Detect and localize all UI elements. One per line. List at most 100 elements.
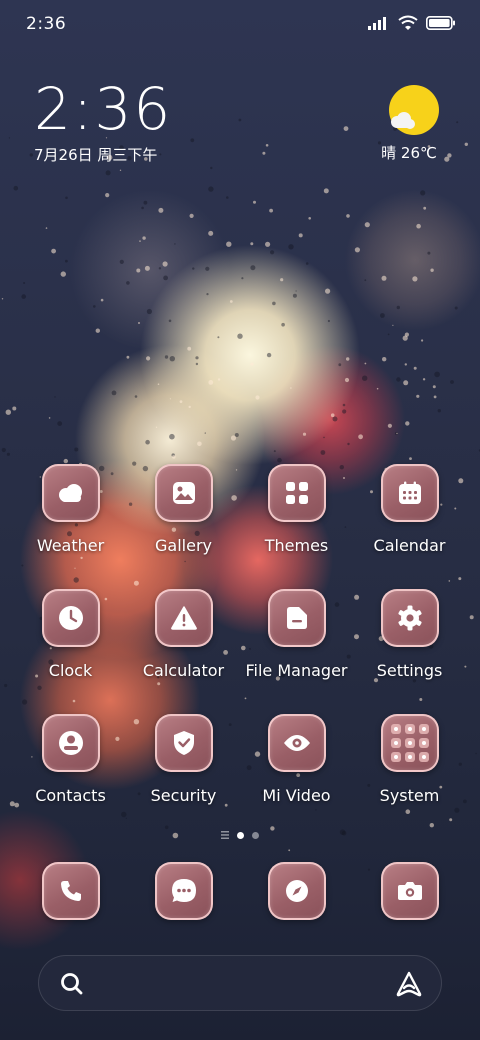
- rain-drop: [226, 241, 232, 247]
- app-calendar[interactable]: Calendar: [353, 464, 466, 589]
- rain-drop: [217, 378, 221, 381]
- page-indicator[interactable]: [0, 828, 480, 842]
- app-weather[interactable]: Weather: [14, 464, 127, 589]
- rain-drop: [273, 450, 276, 453]
- rain-drop: [421, 339, 424, 342]
- app-calculator[interactable]: Calculator: [127, 589, 240, 714]
- rain-drop: [5, 409, 11, 415]
- rain-drop: [29, 153, 33, 157]
- page-dot-active: [237, 831, 244, 839]
- file-manager-app-icon[interactable]: [267, 589, 326, 647]
- app-contacts[interactable]: Contacts: [14, 714, 127, 839]
- rain-drop: [344, 377, 350, 383]
- app-file-manager[interactable]: File Manager: [240, 589, 353, 714]
- battery-icon: [426, 15, 455, 30]
- mi-video-app-icon[interactable]: [267, 714, 326, 772]
- app-security[interactable]: Security: [127, 714, 240, 839]
- app-clock[interactable]: Clock: [14, 589, 127, 714]
- rain-drop: [288, 849, 291, 852]
- rain-drop: [354, 247, 360, 253]
- calculator-app-icon[interactable]: [154, 589, 213, 647]
- app-label: Mi Video: [262, 786, 331, 805]
- clock-icon: [58, 606, 83, 630]
- rain-drop: [57, 421, 63, 426]
- themes-app-icon[interactable]: [267, 464, 326, 522]
- rain-drop: [142, 236, 146, 240]
- gear-icon: [397, 605, 422, 631]
- rain-drop: [63, 458, 68, 464]
- grid-icon: [285, 482, 308, 504]
- rain-drop: [469, 615, 474, 620]
- rain-drop: [292, 293, 297, 298]
- rain-drop: [206, 293, 209, 296]
- clock-widget[interactable]: 2:36 7月26日 周三下午: [34, 78, 172, 165]
- rain-drop: [6, 452, 10, 456]
- camera-app-icon[interactable]: [380, 862, 439, 920]
- rain-drop: [346, 214, 350, 218]
- rain-drop: [138, 322, 140, 324]
- rain-drop: [158, 267, 162, 270]
- browser-app-icon[interactable]: [267, 862, 326, 920]
- app-mi-video[interactable]: Mi Video: [240, 714, 353, 839]
- rain-drop: [265, 144, 269, 147]
- search-bar[interactable]: [38, 955, 442, 1011]
- rain-drop: [343, 126, 349, 131]
- app-settings[interactable]: Settings: [353, 589, 466, 714]
- rain-drop: [433, 395, 437, 399]
- dock-messages[interactable]: [127, 862, 240, 926]
- rain-drop: [158, 207, 164, 213]
- weather-app-icon[interactable]: [41, 464, 100, 522]
- rain-drop: [434, 371, 440, 378]
- rain-drop: [295, 290, 297, 292]
- rain-drop: [171, 453, 175, 457]
- system-folder-icon[interactable]: [380, 714, 439, 772]
- rain-drop: [145, 439, 150, 445]
- security-app-icon[interactable]: [154, 714, 213, 772]
- rain-drop: [146, 356, 151, 361]
- contacts-app-icon[interactable]: [41, 714, 100, 772]
- page-dot: [252, 831, 259, 839]
- phone-icon: [60, 881, 81, 901]
- settings-app-icon[interactable]: [380, 589, 439, 647]
- rain-drop: [74, 447, 79, 452]
- rain-drop: [169, 356, 175, 362]
- cloud-icon: [58, 484, 82, 502]
- rain-drop: [320, 450, 326, 455]
- rain-drop: [136, 268, 141, 273]
- rain-drop: [8, 137, 11, 139]
- rain-drop: [4, 683, 8, 688]
- rain-drop: [364, 279, 367, 282]
- dock-browser[interactable]: [240, 862, 353, 926]
- app-system-folder[interactable]: System: [353, 714, 466, 839]
- clock-app-icon[interactable]: [41, 589, 100, 647]
- rain-drop: [226, 196, 229, 199]
- messages-app-icon[interactable]: [154, 862, 213, 920]
- rain-drop: [381, 275, 387, 281]
- phone-app-icon[interactable]: [41, 862, 100, 920]
- rain-drop: [208, 230, 214, 236]
- rain-drop: [430, 268, 434, 272]
- rain-drop: [162, 261, 168, 267]
- rain-drop: [298, 233, 303, 238]
- rain-drop: [189, 213, 194, 218]
- weather-widget[interactable]: 晴 26℃: [381, 84, 444, 163]
- dock-camera[interactable]: [353, 862, 466, 926]
- menu-lines-icon: [221, 831, 229, 839]
- rain-drop: [163, 275, 169, 281]
- rain-drop: [1, 298, 4, 300]
- rain-drop: [338, 363, 342, 367]
- assistant-icon[interactable]: [395, 970, 423, 998]
- rain-drop: [270, 250, 275, 255]
- rain-drop: [105, 170, 111, 176]
- rain-drop: [290, 387, 292, 389]
- rain-drop: [188, 405, 191, 409]
- app-gallery[interactable]: Gallery: [127, 464, 240, 589]
- rain-drop: [265, 241, 271, 247]
- app-themes[interactable]: Themes: [240, 464, 353, 589]
- calendar-app-icon[interactable]: [380, 464, 439, 522]
- dock-phone[interactable]: [14, 862, 127, 926]
- gallery-app-icon[interactable]: [154, 464, 213, 522]
- calendar-icon: [398, 481, 421, 504]
- rain-drop: [210, 166, 213, 170]
- app-label: File Manager: [245, 661, 348, 680]
